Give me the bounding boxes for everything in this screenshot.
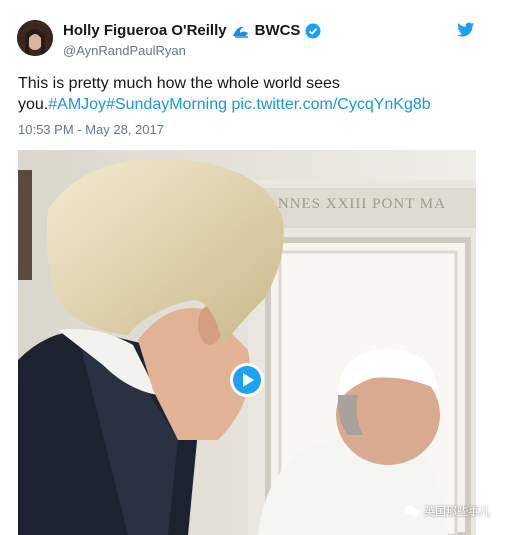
avatar-image [17,20,53,56]
twitter-bird-icon[interactable] [457,22,475,38]
inscription-text: ANNES XXIII PONT MA [266,196,446,212]
wechat-icon [404,505,419,517]
tweet-text-line1: This is pretty much how the whole world … [18,75,340,92]
timestamp[interactable]: 10:53 PM - May 28, 2017 [18,122,164,137]
author-name-row[interactable]: Holly Figueroa O'Reilly BWCS [63,22,321,39]
play-icon[interactable] [229,362,265,398]
author-name-suffix: BWCS [254,22,301,39]
hashtag-sundaymorning[interactable]: #SundayMorning [106,96,227,113]
author-handle[interactable]: @AynRandPaulRyan [63,43,186,58]
hashtag-amjoy[interactable]: #AMJoy [48,96,106,113]
watermark: 英国那些事儿 [404,503,490,519]
verified-badge-icon [305,23,321,38]
media-link[interactable]: pic.twitter.com/CycqYnKg8b [231,96,430,113]
tweet-text-you: you. [18,96,49,113]
video-thumbnail[interactable]: ANNES XXIII PONT MA [18,150,476,535]
author-display-name[interactable]: Holly Figueroa O'Reilly [63,22,227,39]
wave-icon [232,26,248,38]
avatar[interactable] [17,20,53,56]
tweet-text: This is pretty much how the whole world … [18,73,488,115]
video-scene: ANNES XXIII PONT MA [18,150,476,535]
watermark-text: 英国那些事儿 [424,506,490,518]
